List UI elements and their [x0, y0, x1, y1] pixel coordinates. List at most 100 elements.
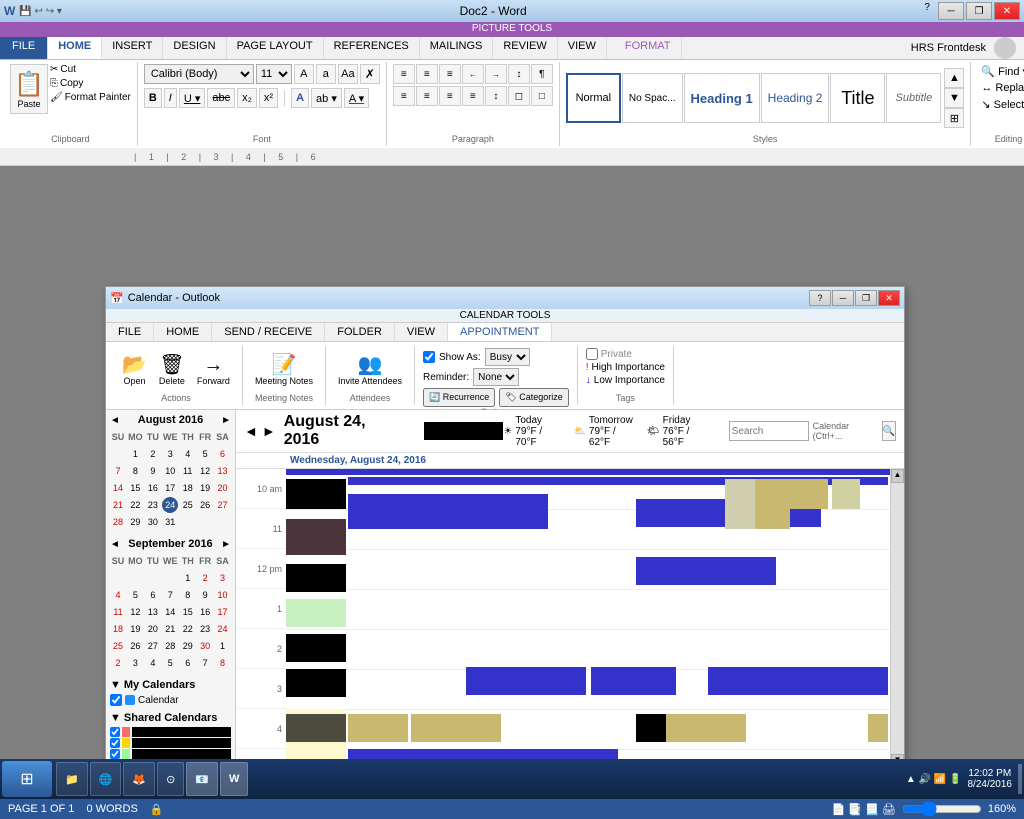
minimize-button[interactable]: ─ [938, 2, 964, 20]
style-normal[interactable]: Normal [566, 73, 621, 123]
outlook-close-button[interactable]: ✕ [878, 290, 900, 306]
format-painter-button[interactable]: Format Painter [65, 92, 131, 103]
sort-button[interactable]: ↕ [508, 64, 530, 84]
align-right-button[interactable]: ≡ [439, 86, 461, 106]
underline-button[interactable]: U ▾ [179, 88, 206, 108]
forward-button[interactable]: → Forward [193, 353, 234, 388]
tab-home[interactable]: HOME [48, 37, 102, 59]
zoom-slider[interactable] [902, 801, 982, 817]
shared-cal-checkbox-3[interactable] [110, 749, 120, 759]
shared-cal-checkbox-1[interactable] [110, 727, 120, 737]
tab-mailings[interactable]: MAILINGS [420, 37, 494, 59]
tab-file[interactable]: FILE [0, 37, 48, 59]
date-cell[interactable]: 21 [110, 497, 126, 513]
outlook-tab-send-receive[interactable]: SEND / RECEIVE [212, 323, 325, 341]
calendar-next-button[interactable]: ► [262, 423, 276, 439]
calendar-prev-button[interactable]: ◄ [244, 423, 258, 439]
copy-button[interactable]: Copy [60, 78, 83, 89]
border-button[interactable]: □ [531, 86, 553, 106]
date-cell[interactable]: 19 [197, 480, 213, 496]
calendar-scrollbar[interactable]: ▲ ▼ [890, 469, 904, 768]
taskbar-chrome[interactable]: ⊙ [157, 762, 184, 796]
open-button[interactable]: 📂 Open [118, 353, 151, 388]
date-cell[interactable] [110, 446, 126, 462]
date-cell[interactable]: 7 [110, 463, 126, 479]
meeting-notes-button[interactable]: 📝 Meeting Notes [251, 353, 317, 388]
outlook-tab-folder[interactable]: FOLDER [325, 323, 395, 341]
date-cell[interactable]: 23 [145, 497, 161, 513]
private-checkbox[interactable] [586, 348, 598, 360]
date-cell[interactable]: 8 [127, 463, 143, 479]
mini-cal-sep-prev[interactable]: ◄ [110, 539, 120, 550]
date-cell-today[interactable]: 24 [162, 497, 178, 513]
styles-more-button[interactable]: ⊞ [944, 108, 964, 128]
date-cell[interactable]: 22 [127, 497, 143, 513]
calendar-checkbox[interactable] [110, 694, 122, 706]
search-button[interactable]: 🔍 [882, 421, 896, 441]
outlook-tab-appointment[interactable]: APPOINTMENT [448, 323, 552, 341]
date-cell[interactable]: 27 [215, 497, 231, 513]
date-cell[interactable]: 28 [110, 514, 126, 530]
highlight-button[interactable]: ab ▾ [311, 88, 342, 108]
style-title[interactable]: Title [830, 73, 885, 123]
show-marks-button[interactable]: ¶ [531, 64, 553, 84]
date-cell[interactable]: 17 [162, 480, 178, 496]
date-cell[interactable]: 25 [180, 497, 196, 513]
taskbar-firefox[interactable]: 🦊 [123, 762, 155, 796]
multilevel-button[interactable]: ≡ [439, 64, 461, 84]
shared-cal-checkbox-2[interactable] [110, 738, 120, 748]
date-cell[interactable]: 18 [180, 480, 196, 496]
font-size-select[interactable]: 11 [256, 64, 292, 84]
clear-formatting-button[interactable]: ✗ [360, 64, 380, 84]
mini-cal-sep-next[interactable]: ► [221, 539, 231, 550]
start-button[interactable]: ⊞ [2, 761, 52, 797]
scrollbar-up[interactable]: ▲ [891, 469, 904, 483]
date-cell[interactable]: 6 [215, 446, 231, 462]
tab-insert[interactable]: INSERT [102, 37, 163, 59]
date-cell[interactable]: 9 [145, 463, 161, 479]
reminder-select[interactable]: None [473, 368, 519, 386]
recurrence-button[interactable]: 🔄 Recurrence [423, 388, 495, 407]
taskbar-word[interactable]: W [220, 762, 248, 796]
increase-indent-button[interactable]: → [485, 64, 507, 84]
tab-design[interactable]: DESIGN [163, 37, 226, 59]
outlook-tab-file[interactable]: FILE [106, 323, 154, 341]
styles-down-button[interactable]: ▼ [944, 88, 964, 108]
font-name-select[interactable]: Calibri (Body) [144, 64, 254, 84]
taskbar-outlook[interactable]: 📧 [186, 762, 218, 796]
superscript-button[interactable]: x² [259, 88, 278, 108]
replace-button[interactable]: ↔ Replace [977, 81, 1024, 95]
close-button[interactable]: ✕ [994, 2, 1020, 20]
text-effects-button[interactable]: A [291, 88, 309, 108]
tab-page-layout[interactable]: PAGE LAYOUT [227, 37, 324, 59]
outlook-restore-button[interactable]: ❐ [855, 290, 877, 306]
categorize-button[interactable]: 🏷 Categorize [499, 388, 568, 407]
date-cell[interactable]: 1 [127, 446, 143, 462]
style-subtitle[interactable]: Subtitle [886, 73, 941, 123]
line-spacing-button[interactable]: ↕ [485, 86, 507, 106]
shrink-font-button[interactable]: a [316, 64, 336, 84]
date-cell[interactable]: 11 [180, 463, 196, 479]
date-cell[interactable]: 31 [162, 514, 178, 530]
date-cell[interactable]: 5 [197, 446, 213, 462]
decrease-indent-button[interactable]: ← [462, 64, 484, 84]
select-button[interactable]: ↘ Select ▾ [977, 97, 1024, 112]
date-cell[interactable]: 3 [162, 446, 178, 462]
date-cell[interactable]: 26 [197, 497, 213, 513]
restore-button[interactable]: ❐ [966, 2, 992, 20]
justify-button[interactable]: ≡ [462, 86, 484, 106]
date-cell[interactable]: 16 [145, 480, 161, 496]
tab-references[interactable]: REFERENCES [324, 37, 420, 59]
outlook-tab-view[interactable]: VIEW [395, 323, 448, 341]
show-as-select[interactable]: Busy [485, 348, 530, 366]
mini-cal-next-button[interactable]: ► [221, 415, 231, 426]
help-icon[interactable]: ? [924, 2, 930, 20]
change-case-button[interactable]: Aa [338, 64, 358, 84]
paste-button[interactable]: 📋 Paste [10, 64, 48, 114]
cut-button[interactable]: Cut [60, 64, 76, 75]
center-button[interactable]: ≡ [416, 86, 438, 106]
date-cell[interactable]: 14 [110, 480, 126, 496]
taskbar-explorer[interactable]: 📁 [56, 762, 88, 796]
tab-review[interactable]: REVIEW [493, 37, 557, 59]
styles-up-button[interactable]: ▲ [944, 68, 964, 88]
